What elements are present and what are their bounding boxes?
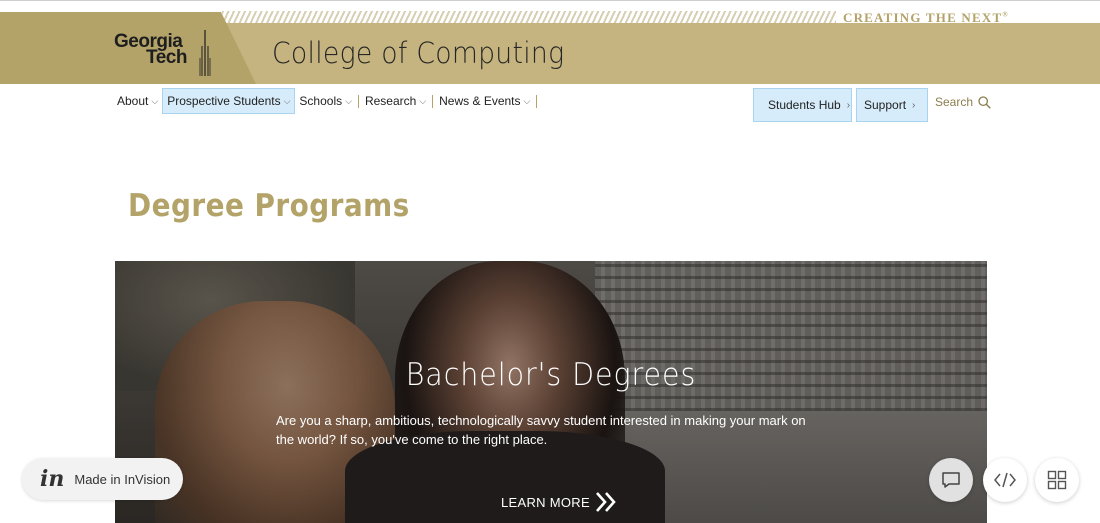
chevron-right-icon: ›	[912, 99, 916, 111]
nav-label: About	[117, 94, 149, 108]
nav-label: Schools	[299, 94, 343, 108]
hatch-decoration	[222, 11, 836, 23]
nav-label: Prospective Students	[167, 94, 281, 108]
chevron-down-icon: ⌵	[523, 95, 531, 106]
hero-title: Bachelor's Degrees	[405, 357, 697, 393]
tower-icon	[199, 30, 211, 76]
made-in-invision-badge[interactable]: in Made in InVision	[22, 458, 183, 500]
chevron-down-icon: ⌵	[151, 95, 159, 106]
nav-divider	[536, 94, 538, 108]
nav-item-prospective-students[interactable]: Prospective Students ⌵	[162, 88, 296, 114]
main-nav: About ⌵ Prospective Students ⌵ Schools ⌵…	[113, 88, 539, 114]
learn-more-label: LEARN MORE	[501, 494, 590, 510]
chevron-down-icon: ⌵	[345, 95, 352, 106]
support-label: Support	[864, 98, 907, 112]
nav-divider	[357, 94, 359, 108]
grid-button[interactable]	[1035, 458, 1079, 502]
hero-banner: Bachelor's Degrees Are you a sharp, ambi…	[115, 261, 987, 523]
search-icon	[978, 95, 991, 109]
support-link[interactable]: Support ›	[856, 88, 928, 122]
nav-item-schools[interactable]: Schools ⌵	[295, 88, 356, 114]
invision-label: Made in InVision	[74, 471, 171, 487]
students-hub-link[interactable]: Students Hub ›	[753, 88, 852, 122]
chevron-right-icon: ›	[846, 99, 851, 111]
nav-label: News & Events	[439, 94, 521, 108]
search-button[interactable]: Search	[935, 95, 991, 109]
chevron-down-icon: ⌵	[419, 95, 427, 106]
double-chevron-right-icon	[595, 492, 616, 512]
invision-logo-icon: in	[40, 466, 65, 492]
nav-item-news-events[interactable]: News & Events ⌵	[435, 88, 534, 114]
nav-item-about[interactable]: About ⌵	[113, 88, 162, 114]
georgia-tech-logo[interactable]: Georgia Tech	[114, 30, 214, 78]
students-hub-label: Students Hub	[768, 98, 841, 112]
hero-description: Are you a sharp, ambitious, technologica…	[276, 413, 806, 447]
code-icon	[994, 472, 1016, 488]
comment-icon	[942, 472, 960, 488]
nav-item-research[interactable]: Research ⌵	[361, 88, 430, 114]
comment-button[interactable]	[929, 458, 973, 502]
learn-more-link[interactable]: LEARN MORE	[501, 491, 618, 513]
college-title[interactable]: College of Computing	[272, 36, 564, 70]
search-label: Search	[935, 95, 974, 109]
nav-divider	[432, 94, 434, 108]
grid-icon	[1047, 470, 1067, 490]
page-title: Degree Programs	[128, 188, 410, 224]
nav-label: Research	[364, 94, 417, 108]
chevron-down-icon: ⌵	[283, 95, 291, 106]
code-button[interactable]	[983, 458, 1027, 502]
